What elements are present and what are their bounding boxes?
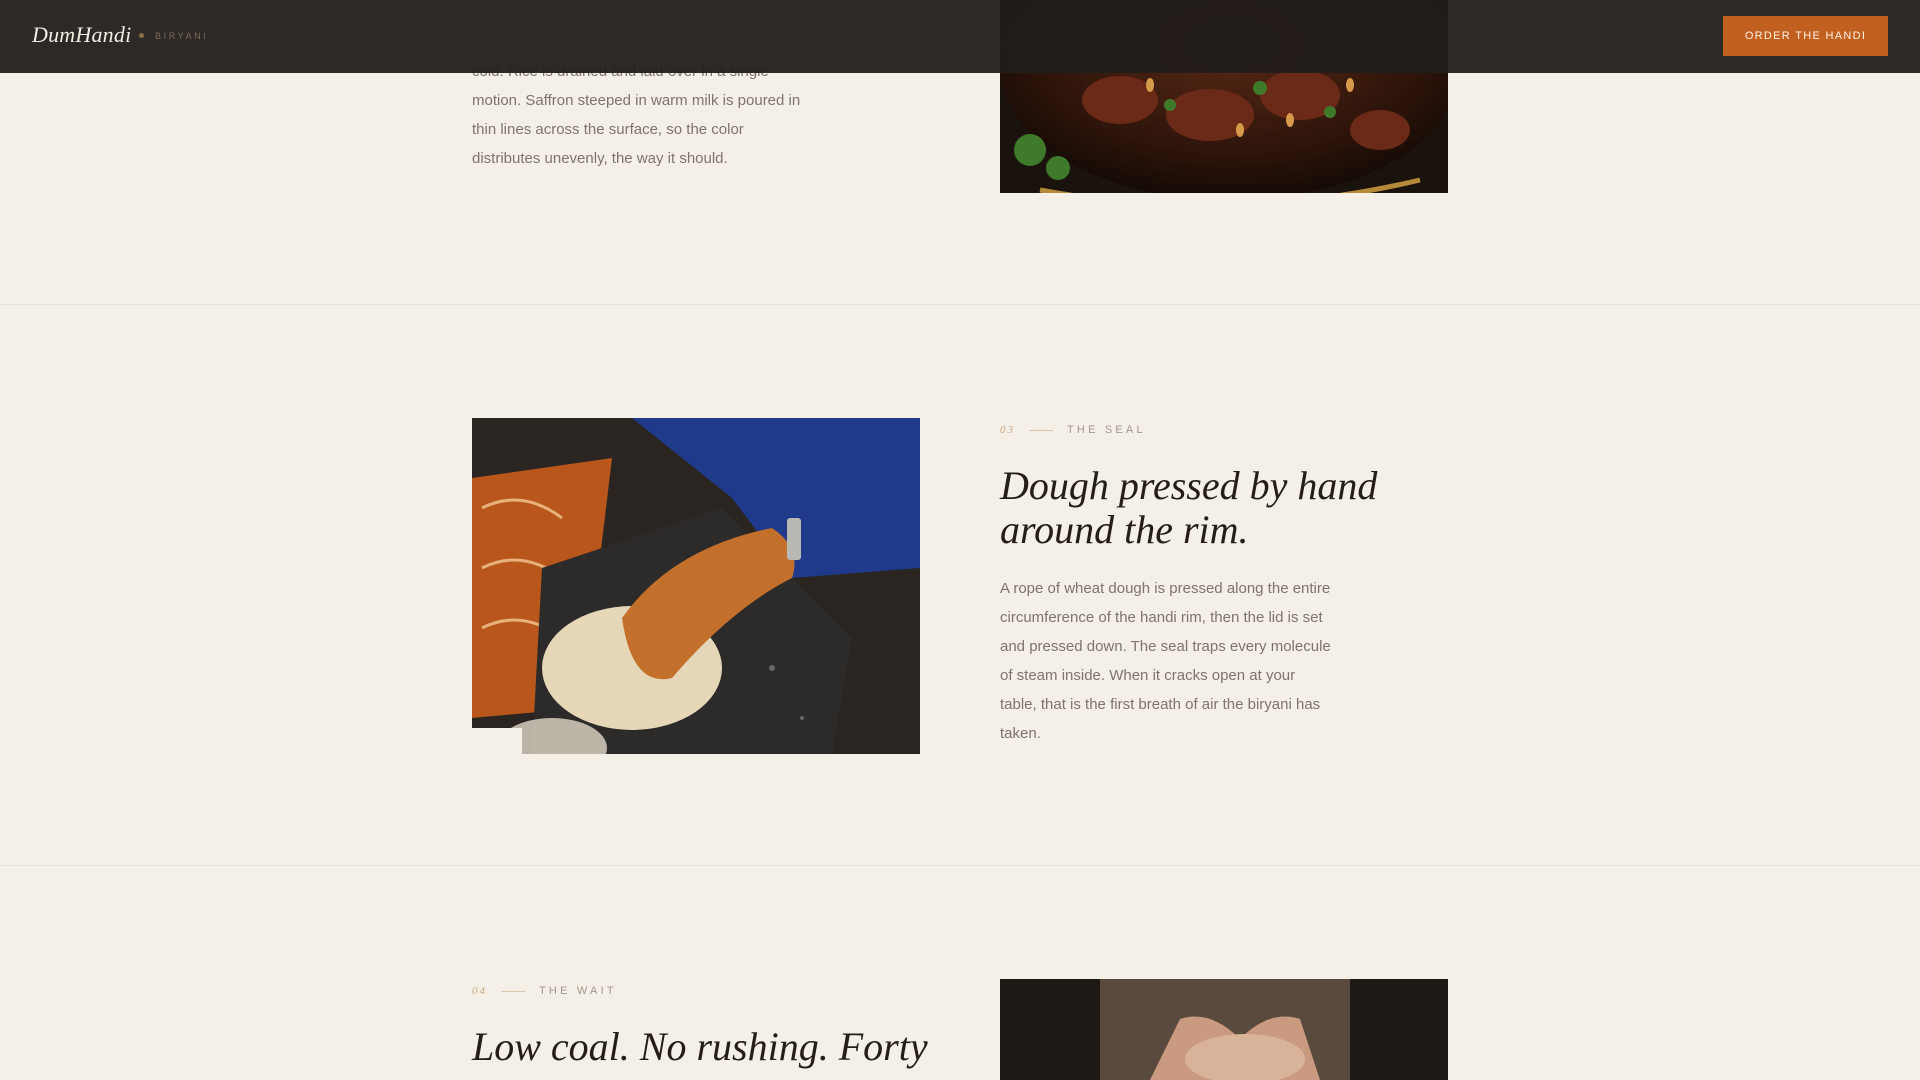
body-line: and pressed down. The seal traps every m…	[1000, 638, 1331, 655]
step-number: 04	[472, 985, 487, 997]
step-03-label: 03 THE SEAL	[1000, 424, 1146, 436]
body-line: taken.	[1000, 725, 1041, 742]
body-line: motion. Saffron steeped in warm milk is …	[472, 92, 801, 109]
title-line: Low coal. No rushing. Forty	[472, 1024, 928, 1069]
title-line: around the rim.	[1000, 507, 1249, 552]
body-line: table, that is the first breath of air t…	[1000, 696, 1321, 713]
body-line: circumference of the handi rim, then the…	[1000, 609, 1323, 626]
section-divider	[0, 865, 1920, 866]
logo-separator-dot	[139, 33, 144, 38]
step-03-title: Dough pressed by hand around the rim.	[1000, 464, 1420, 552]
step-04-title: Low coal. No rushing. Forty	[472, 1025, 932, 1069]
step-04-label: 04 THE WAIT	[472, 985, 617, 997]
step-number: 03	[1000, 424, 1015, 436]
label-rule	[1029, 429, 1053, 431]
step-label: THE WAIT	[539, 985, 617, 997]
order-button[interactable]: ORDER THE HANDI	[1723, 16, 1888, 56]
coal-wait-image	[1000, 979, 1448, 1080]
section-divider	[0, 304, 1920, 305]
title-line: Dough pressed by hand	[1000, 463, 1378, 508]
body-line: thin lines across the surface, so the co…	[472, 121, 744, 138]
step-label: THE SEAL	[1067, 424, 1146, 436]
body-line: distributes unevenly, the way it should.	[472, 150, 728, 167]
body-line: A rope of wheat dough is pressed along t…	[1000, 580, 1331, 597]
step-02-body: cold. Rice is drained and laid over in a…	[472, 57, 832, 173]
logo[interactable]: DumHandi	[32, 22, 131, 48]
site-header: DumHandi BIRYANI ORDER THE HANDI	[0, 0, 1920, 73]
body-line: of steam inside. When it cracks open at …	[1000, 667, 1296, 684]
logo-subtitle: BIRYANI	[155, 31, 209, 41]
label-rule	[501, 990, 525, 992]
dough-seal-image	[472, 418, 920, 754]
step-03-body: A rope of wheat dough is pressed along t…	[1000, 574, 1380, 748]
